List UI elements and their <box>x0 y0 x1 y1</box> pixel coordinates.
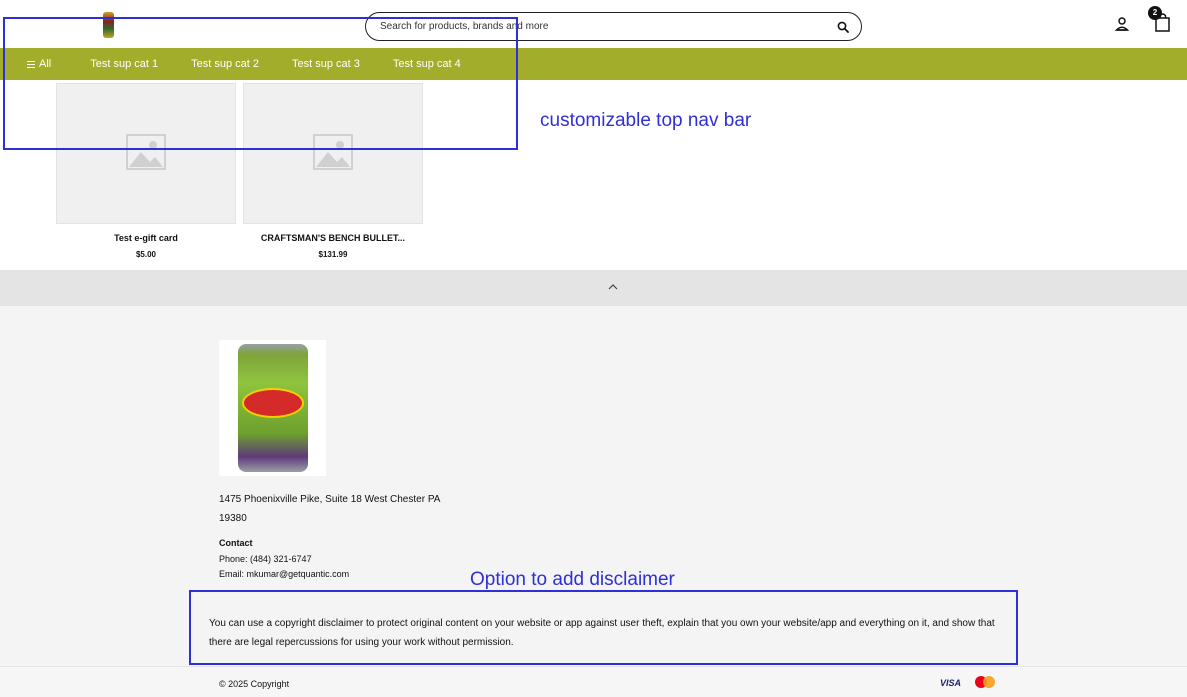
address-line-2: 19380 <box>219 513 247 524</box>
disclaimer-annotation-label: Option to add disclaimer <box>470 569 675 590</box>
soda-can-image <box>238 344 308 472</box>
copyright-text: © 2025 Copyright <box>219 679 290 689</box>
contact-heading: Contact <box>219 538 253 548</box>
footer-address: 1475 Phoenixville Pike, Suite 18 West Ch… <box>219 490 459 528</box>
cart-count-badge: 2 <box>1148 6 1162 20</box>
contact-phone[interactable]: Phone: (484) 321-6747 <box>219 554 312 564</box>
product-name[interactable]: CRAFTSMAN'S BENCH BULLET... <box>243 233 423 243</box>
search-icon[interactable] <box>837 21 849 33</box>
back-to-top-bar[interactable] <box>0 270 1187 306</box>
nav-annotation-box <box>3 17 518 150</box>
user-icon[interactable] <box>1114 16 1130 32</box>
product-name[interactable]: Test e-gift card <box>56 233 236 243</box>
footer-disclaimer: You can use a copyright disclaimer to pr… <box>209 618 995 648</box>
footer-bottom-strip <box>0 666 1187 697</box>
contact-email[interactable]: Email: mkumar@getquantic.com <box>219 569 349 579</box>
mastercard-payment-icon <box>975 676 995 688</box>
product-price: $131.99 <box>318 250 348 259</box>
nav-annotation-label: customizable top nav bar <box>540 110 752 131</box>
address-line-1: 1475 Phoenixville Pike, Suite 18 West Ch… <box>219 494 441 505</box>
can-label <box>242 388 304 418</box>
product-price: $5.00 <box>135 250 157 259</box>
footer-logo[interactable] <box>219 340 326 476</box>
chevron-up-icon <box>608 284 618 290</box>
visa-payment-icon: VISA <box>940 678 962 688</box>
